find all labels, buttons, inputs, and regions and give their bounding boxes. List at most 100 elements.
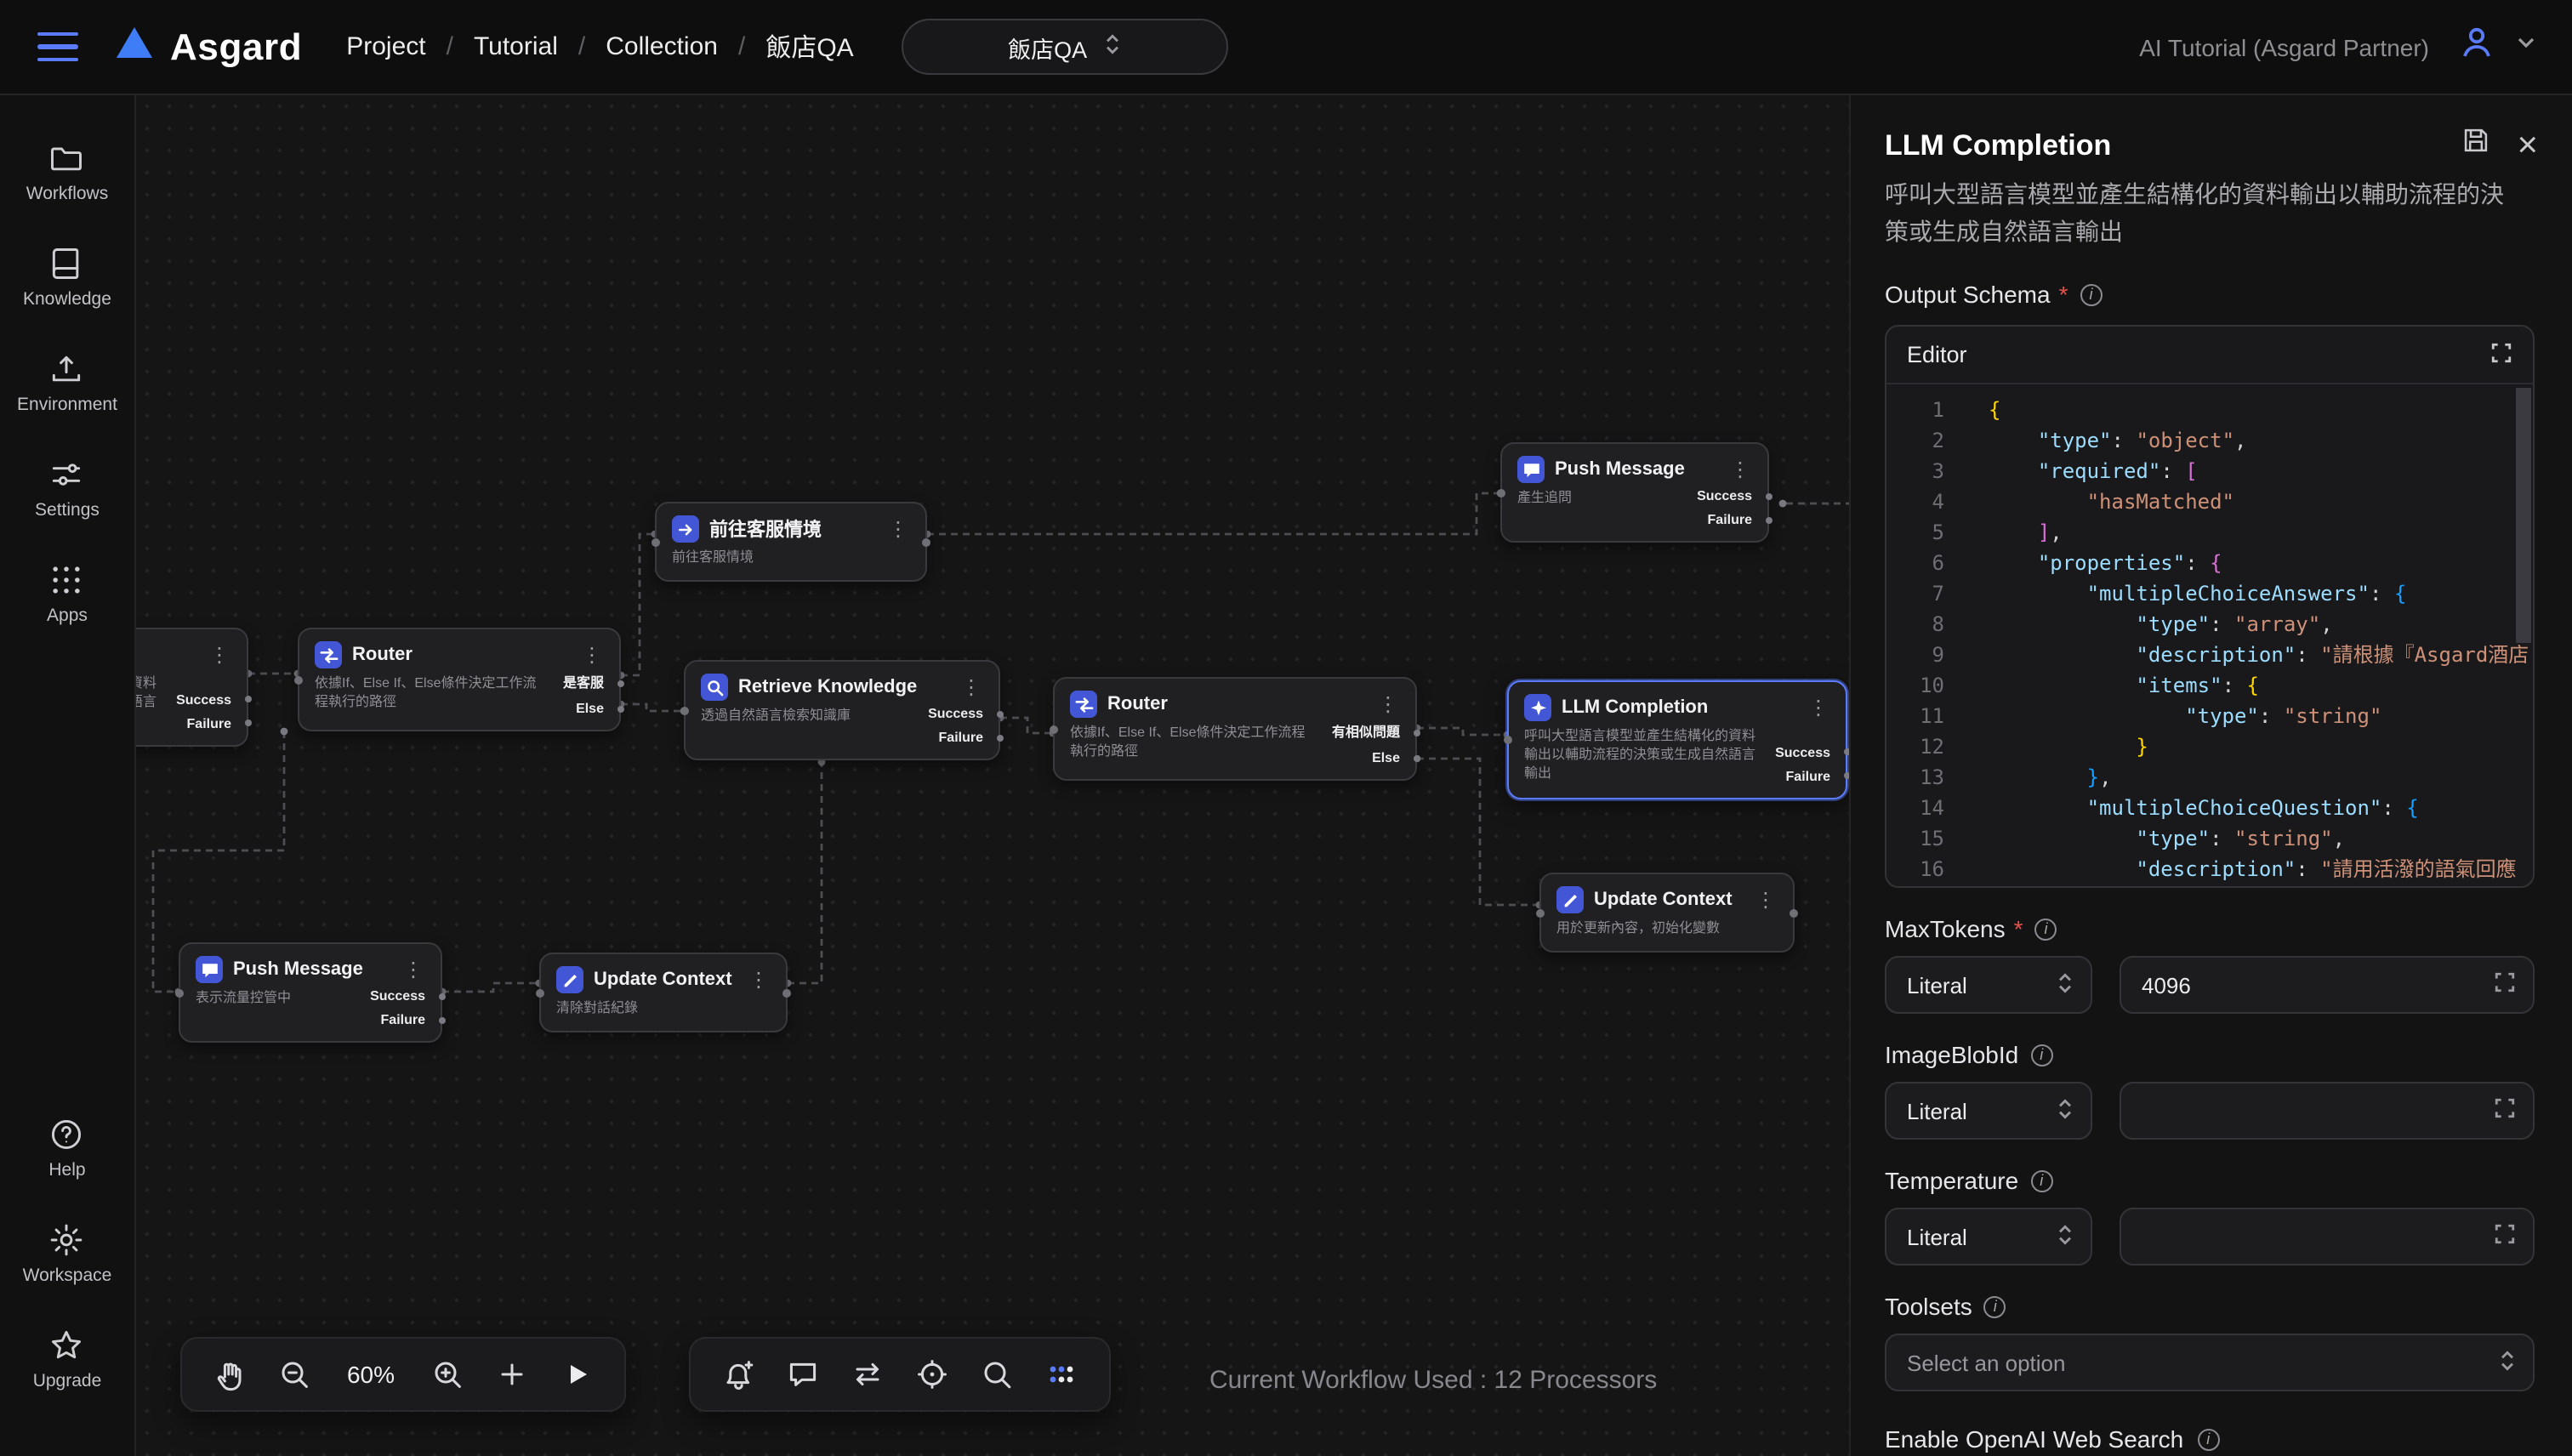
node-llm-completion[interactable]: LLM Completion ⋮ 呼叫大型語言模型並產生結構化的資料輸出以輔助流… [1507, 680, 1847, 799]
breadcrumb-item[interactable]: Project [346, 32, 425, 61]
value-mode-select[interactable]: Literal [1885, 957, 2092, 1015]
toolsets-select[interactable]: Select an option [1885, 1334, 2535, 1392]
node-output-port[interactable]: Failure [381, 1012, 425, 1027]
node-title: LLM Completion [136, 645, 197, 665]
node-router-2[interactable]: Router ⋮ 依據If、Else If、Else條件決定工作流程執行的路徑 … [1053, 677, 1417, 781]
node-title: 前往客服情境 [709, 515, 876, 543]
node-retrieve-knowledge[interactable]: Retrieve Knowledge ⋮ 透過自然語言檢索知識庫 Success… [684, 660, 1000, 760]
comment-icon[interactable] [786, 1357, 820, 1391]
node-menu-icon[interactable]: ⋮ [1807, 697, 1830, 718]
workflow-canvas[interactable]: LLM Completion ⋮ 呼叫大型語言模型並產生結構化的資料輸出以輔助流… [136, 95, 1849, 1456]
bell-plus-icon[interactable] [721, 1357, 755, 1391]
info-icon[interactable]: i [2197, 1429, 2219, 1451]
node-menu-icon[interactable]: ⋮ [959, 677, 983, 697]
node-menu-icon[interactable]: ⋮ [747, 970, 771, 990]
sidebar-item-help[interactable]: Help [23, 1116, 112, 1180]
value-mode-select[interactable]: Literal [1885, 1209, 2092, 1266]
sidebar-item-settings[interactable]: Settings [17, 456, 117, 520]
node-output-port[interactable]: Else [576, 701, 604, 716]
code-editor-body[interactable]: 1234567891011121314151617 { "type": "obj… [1886, 385, 2533, 887]
web-search-label: Enable OpenAI Web Search [1885, 1426, 2183, 1453]
node-output-port[interactable]: Failure [1786, 768, 1830, 783]
user-icon[interactable] [2456, 22, 2497, 71]
add-node-icon[interactable] [495, 1357, 529, 1391]
brand[interactable]: Asgard [116, 25, 302, 69]
target-icon[interactable] [915, 1357, 949, 1391]
account-chevron-down-icon[interactable] [2514, 31, 2538, 63]
node-menu-icon[interactable]: ⋮ [1376, 694, 1400, 714]
node-menu-icon[interactable]: ⋮ [208, 645, 231, 665]
expand-icon[interactable] [2494, 1224, 2516, 1251]
close-icon[interactable]: × [2517, 127, 2538, 162]
drag-dots-icon[interactable] [1044, 1357, 1078, 1391]
expand-icon[interactable] [2490, 342, 2512, 369]
menu-icon[interactable] [37, 32, 78, 62]
node-update-context-2[interactable]: Update Context ⋮ 清除對話紀錄 [539, 953, 788, 1032]
node-output-port[interactable]: Success [928, 706, 983, 721]
zoom-level[interactable]: 60% [342, 1361, 400, 1388]
node-output-port[interactable]: 有相似問題 [1332, 723, 1400, 742]
temperature-label: Temperature [1885, 1168, 2018, 1195]
node-output-port[interactable]: Else [1372, 750, 1400, 765]
sidebar-item-workspace[interactable]: Workspace [23, 1221, 112, 1286]
workflow-selector[interactable]: 飯店QA [902, 19, 1228, 75]
node-menu-icon[interactable]: ⋮ [580, 645, 604, 665]
sidebar-item-workflows[interactable]: Workflows [17, 139, 117, 204]
breadcrumb-item[interactable]: Collection [606, 32, 718, 61]
expand-icon[interactable] [2494, 1098, 2516, 1125]
temperature-input[interactable] [2120, 1209, 2535, 1266]
toolsets-placeholder: Select an option [1907, 1351, 2065, 1376]
node-output-port[interactable]: Failure [1708, 512, 1752, 527]
run-icon[interactable] [560, 1357, 594, 1391]
imageblobid-input[interactable] [2120, 1083, 2535, 1140]
node-push-message-top[interactable]: Push Message ⋮ 產生追問 SuccessFailure [1500, 442, 1769, 543]
maxtokens-input[interactable]: 4096 [2120, 957, 2535, 1015]
sidebar-item-upgrade[interactable]: Upgrade [23, 1327, 112, 1391]
message-icon [196, 956, 223, 983]
context-icon [1556, 886, 1584, 913]
chevron-up-down-icon [2057, 1097, 2074, 1126]
node-push-message-bottom[interactable]: Push Message ⋮ 表示流量控管中 SuccessFailure [179, 942, 442, 1043]
node-output-port[interactable]: Failure [939, 730, 983, 745]
sidebar-item-knowledge[interactable]: Knowledge [17, 245, 117, 310]
info-icon[interactable]: i [2030, 1170, 2052, 1192]
node-menu-icon[interactable]: ⋮ [886, 519, 910, 539]
search-icon[interactable] [980, 1357, 1014, 1391]
node-output-port[interactable]: Success [1697, 488, 1752, 503]
node-llm-partial[interactable]: LLM Completion ⋮ 呼叫大型語言模型並產生結構化的資料輸出以輔助流… [136, 628, 248, 746]
value-mode-select[interactable]: Literal [1885, 1083, 2092, 1140]
breadcrumb-item[interactable]: Tutorial [474, 32, 558, 61]
schema-editor[interactable]: Editor 1234567891011121314151617 { "type… [1885, 326, 2535, 889]
node-router-1[interactable]: Router ⋮ 依據If、Else If、Else條件決定工作流程執行的路徑 … [298, 628, 621, 731]
node-menu-icon[interactable]: ⋮ [401, 959, 425, 980]
node-output-port[interactable]: Failure [187, 715, 231, 731]
node-config-panel: LLM Completion × 呼叫大型語言模型並產生結構化的資料輸出以輔助流… [1849, 95, 2572, 1456]
sidebar-item-label: Workflows [26, 184, 108, 204]
info-icon[interactable]: i [2080, 284, 2102, 306]
expand-icon[interactable] [2494, 972, 2516, 999]
node-menu-icon[interactable]: ⋮ [1754, 890, 1778, 910]
sidebar-item-label: Apps [47, 606, 88, 626]
breadcrumb-separator: / [578, 32, 585, 61]
swap-horizontal-icon[interactable] [851, 1357, 885, 1391]
save-icon[interactable] [2461, 126, 2489, 163]
node-output-port[interactable]: Success [176, 691, 231, 707]
hand-icon[interactable] [213, 1357, 247, 1391]
node-menu-icon[interactable]: ⋮ [1728, 459, 1752, 480]
node-update-context-1[interactable]: Update Context ⋮ 用於更新內容，初始化變數 [1539, 873, 1795, 953]
info-icon[interactable]: i [2030, 1044, 2052, 1066]
node-output-port[interactable]: Success [1775, 744, 1830, 759]
node-output-port[interactable]: 是客服 [563, 674, 604, 692]
node-output-port[interactable]: Success [370, 988, 425, 1004]
zoom-in-icon[interactable] [430, 1357, 464, 1391]
breadcrumb-item[interactable]: 飯店QA [765, 29, 853, 65]
editor-scrollbar[interactable] [2516, 389, 2531, 644]
node-goto-cs[interactable]: 前往客服情境 ⋮ 前往客服情境 [655, 502, 927, 582]
brand-name: Asgard [170, 25, 302, 69]
info-icon[interactable]: i [2035, 919, 2057, 941]
sidebar-item-environment[interactable]: Environment [17, 350, 117, 415]
info-icon[interactable]: i [1984, 1296, 2006, 1318]
topbar: Asgard Project/Tutorial/Collection/飯店QA … [0, 0, 2572, 95]
sidebar-item-apps[interactable]: Apps [17, 561, 117, 626]
zoom-out-icon[interactable] [277, 1357, 311, 1391]
